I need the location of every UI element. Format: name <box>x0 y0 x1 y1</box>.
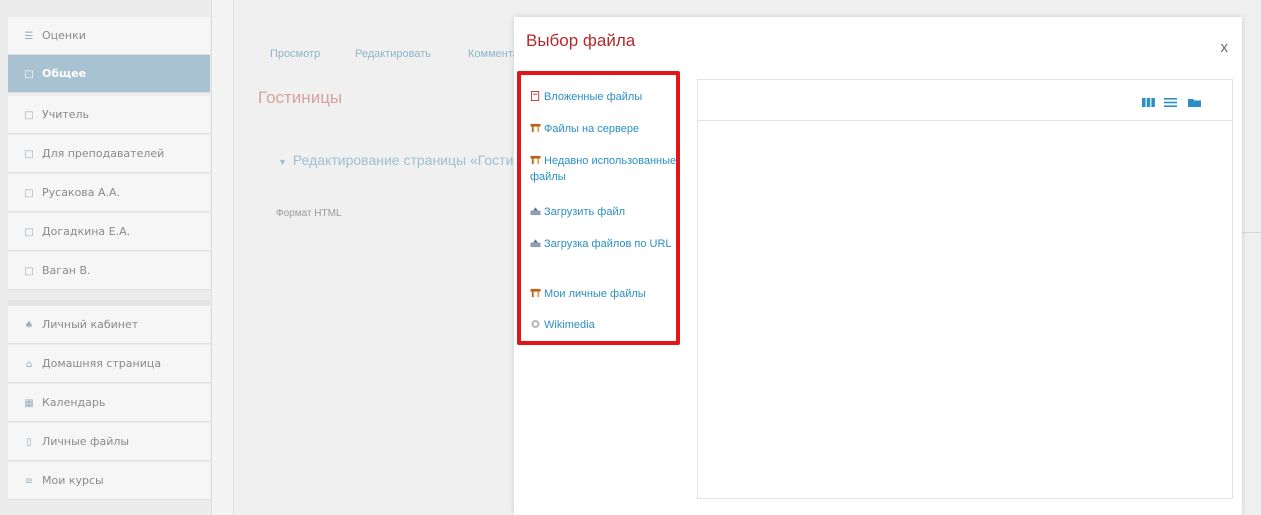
sidebar-item-vagan[interactable]: □ Ваган В. <box>8 252 210 290</box>
tab-edit[interactable]: Редактировать <box>355 48 431 60</box>
repo-label: Загрузить файл <box>544 206 626 218</box>
repo-label: Недавно использованные файлы <box>530 155 677 183</box>
repo-label: Файлы на сервере <box>544 123 640 135</box>
icons-view-button[interactable] <box>1142 93 1156 107</box>
sidebar-item-label: Ваган В. <box>42 264 91 277</box>
sidebar-item-label: Домашняя страница <box>42 357 162 370</box>
folder-icon: □ <box>24 188 34 199</box>
list-view-button[interactable] <box>1164 93 1178 107</box>
sidebar-item-dogadkina[interactable]: □ Догадкина Е.А. <box>8 213 210 251</box>
sidebar-item-label: Догадкина Е.А. <box>42 225 131 238</box>
repo-item-server-files[interactable]: Файлы на сервере <box>530 121 678 137</box>
list-view-icon <box>1164 98 1177 107</box>
repo-label: Wikimedia <box>544 319 595 331</box>
icons-view-icon <box>1142 98 1155 107</box>
sidebar-item-dashboard[interactable]: ♠ Личный кабинет <box>8 306 210 344</box>
close-icon: x <box>1220 39 1229 56</box>
folder-icon: □ <box>24 227 34 238</box>
sidebar-item-rusakova[interactable]: □ Русакова А.А. <box>8 174 210 212</box>
sidebar-item-label: Для преподавателей <box>42 147 165 160</box>
sidebar: ☰ Оценки □ Общее □ Учитель □ Для преподавате… <box>0 0 212 515</box>
repo-label: Мои личные файлы <box>544 288 646 300</box>
repo-label: Загрузка файлов по URL <box>544 238 672 250</box>
tab-view[interactable]: Просмотр <box>270 48 320 60</box>
repo-item-private-files[interactable]: Мои личные файлы <box>530 286 678 302</box>
sidebar-item-label: Личные файлы <box>42 435 130 448</box>
sidebar-item-general[interactable]: □ Общее <box>8 55 210 93</box>
sidebar-item-label: Русакова А.А. <box>42 186 121 199</box>
sidebar-item-private-files[interactable]: ▯ Личные файлы <box>8 423 210 461</box>
sidebar-item-my-courses[interactable]: ≡ Мои курсы <box>8 462 210 500</box>
url-download-icon <box>530 239 541 248</box>
repo-item-recent-files[interactable]: Недавно использованные файлы <box>530 153 678 185</box>
sidebar-item-teacher[interactable]: □ Учитель <box>8 96 210 134</box>
page-title: Гостиницы <box>258 88 343 107</box>
folder-icon: □ <box>24 69 34 80</box>
dialog-title: Выбор файла <box>526 31 636 50</box>
repo-label: Вложенные файлы <box>544 91 643 103</box>
repo-item-url-download[interactable]: Загрузка файлов по URL <box>530 236 678 252</box>
private-files-icon <box>530 288 541 298</box>
folder-icon: □ <box>24 266 34 277</box>
upload-icon <box>530 207 541 216</box>
sidebar-item-grades[interactable]: ☰ Оценки <box>8 17 210 55</box>
sidebar-item-label: Оценки <box>42 29 86 42</box>
tree-view-button[interactable] <box>1188 93 1202 107</box>
courses-icon: ≡ <box>24 476 34 487</box>
repo-item-attachments[interactable]: Вложенные файлы <box>530 89 678 105</box>
folder-icon: □ <box>24 110 34 121</box>
repo-item-upload[interactable]: Загрузить файл <box>530 204 678 220</box>
folder-icon: □ <box>24 149 34 160</box>
sidebar-item-label: Личный кабинет <box>42 318 139 331</box>
home-icon: ⌂ <box>25 359 33 370</box>
server-files-icon <box>530 123 541 133</box>
sidebar-item-label: Мои курсы <box>42 474 104 487</box>
sidebar-item-label: Общее <box>42 67 87 80</box>
sidebar-item-calendar[interactable]: ▦ Календарь <box>8 384 210 422</box>
view-toolbar <box>698 80 1232 121</box>
format-label: Формат HTML <box>276 208 342 219</box>
repo-item-wikimedia[interactable]: Wikimedia <box>530 317 678 333</box>
grades-icon: ☰ <box>24 31 34 42</box>
sidebar-item-label: Учитель <box>42 108 90 121</box>
sidebar-item-label: Календарь <box>42 396 106 409</box>
recent-files-icon <box>530 155 541 165</box>
close-button[interactable]: x <box>1221 39 1229 56</box>
file-picker-content <box>697 79 1233 499</box>
dashboard-icon: ♠ <box>24 320 34 331</box>
calendar-icon: ▦ <box>24 398 34 409</box>
caret-down-icon: ▼ <box>278 157 287 167</box>
file-icon: ▯ <box>26 437 32 448</box>
wikimedia-icon <box>531 319 540 329</box>
attachment-icon <box>530 91 540 101</box>
sidebar-item-for-teachers[interactable]: □ Для преподавателей <box>8 135 210 173</box>
tree-view-icon <box>1188 99 1201 107</box>
sidebar-item-home[interactable]: ⌂ Домашняя страница <box>8 345 210 383</box>
